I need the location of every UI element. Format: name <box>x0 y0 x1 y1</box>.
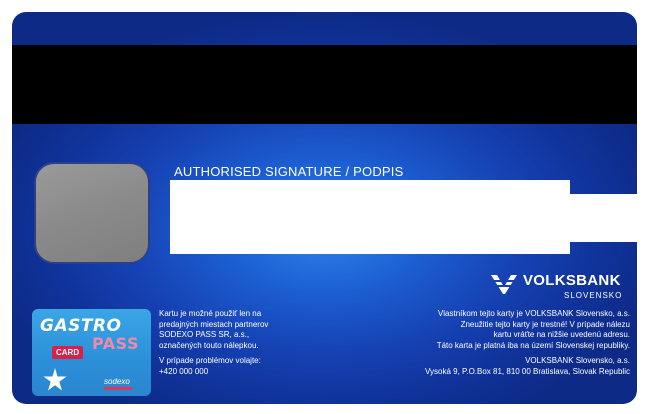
magnetic-stripe <box>12 45 637 124</box>
gastro-word: GASTRO <box>40 316 122 336</box>
usage-line: Kartu je možné použiť len na <box>159 309 262 318</box>
usage-line: SODEXO PASS SR, a.s., <box>159 330 250 339</box>
ownership-line: Táto karta je platná iba na území Sloven… <box>436 340 630 350</box>
ownership-line: Zneužitie tejto karty je trestné! V príp… <box>460 319 630 329</box>
usage-info: Kartu je možné použiť len na predajných … <box>159 309 319 377</box>
ownership-line: kartu vráťte na nižšie uvedenú adresu. <box>493 330 630 339</box>
address-line: VOLKSBANK Slovensko, a.s. <box>525 356 630 365</box>
hologram-chip <box>34 162 150 264</box>
sodexo-underline <box>104 387 132 390</box>
usage-line: predajných miestach partnerov <box>159 319 269 329</box>
gastro-card-back: AUTHORISED SIGNATURE / PODPIS VOLKSBANK … <box>12 12 637 404</box>
sodexo-brand: sodexo <box>104 377 130 386</box>
gastro-pass-logo: GASTRO PASS CARD sodexo <box>32 309 151 396</box>
card-badge: CARD <box>52 346 84 359</box>
signature-strip <box>170 180 570 254</box>
volksbank-country: SLOVENSKO <box>564 291 623 300</box>
volksbank-name: VOLKSBANK <box>523 272 621 289</box>
ownership-info: Vlastníkom tejto karty je VOLKSBANK Slov… <box>328 309 630 377</box>
ownership-line: Vlastníkom tejto karty je VOLKSBANK Slov… <box>437 309 630 318</box>
pass-word: PASS <box>92 334 139 353</box>
volksbank-logo: VOLKSBANK SLOVENSKO <box>490 270 637 308</box>
usage-line: označených touto nálepkou. <box>159 340 259 350</box>
signature-label: AUTHORISED SIGNATURE / PODPIS <box>174 164 404 179</box>
signature-strip-extension <box>570 194 637 242</box>
star-icon <box>43 368 67 391</box>
contact-line: V prípade problémov volajte: <box>159 356 261 365</box>
volksbank-v-icon <box>491 275 517 294</box>
contact-phone: +420 000 000 <box>159 366 209 376</box>
address-line: Vysoká 9, P.O.Box 81, 810 00 Bratislava,… <box>424 366 630 376</box>
